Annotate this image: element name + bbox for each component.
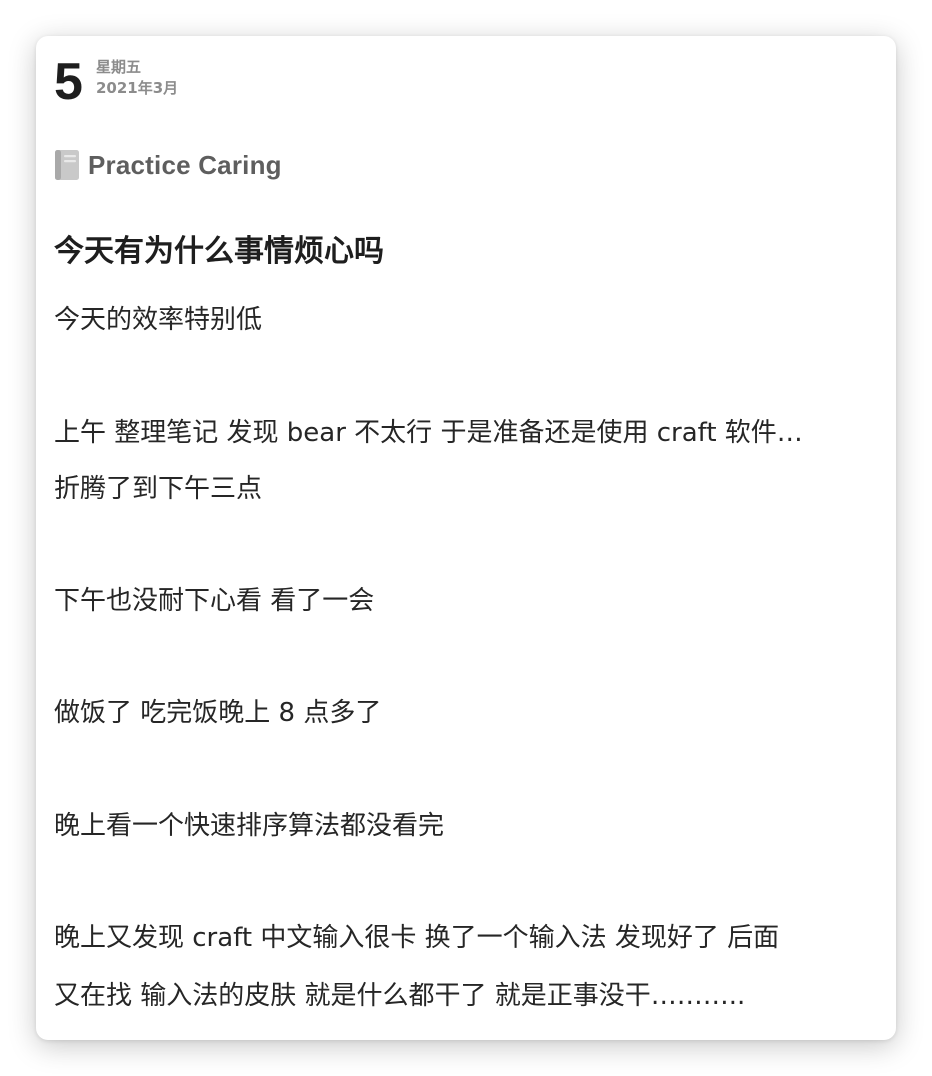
journal-header[interactable]: Practice Caring [54, 148, 282, 182]
prompt-question: 今天有为什么事情烦心吗 [54, 234, 384, 269]
journal-entry-card: 5 星期五 2021年3月 Practice Caring 今天有为什么事情烦心… [36, 36, 896, 1040]
entry-line: 做饭了 吃完饭晚上 8 点多了 [54, 698, 382, 728]
notebook-icon [55, 150, 79, 180]
entry-line: 又在找 输入法的皮肤 就是什么都干了 就是正事没干……….. [54, 981, 746, 1011]
entry-line: 晚上又发现 craft 中文输入很卡 换了一个输入法 发现好了 后面 [54, 923, 780, 953]
day-number: 5 [54, 53, 83, 111]
journal-title: Practice Caring [88, 149, 282, 180]
month-year-label: 2021年3月 [96, 79, 179, 97]
weekday-label: 星期五 [96, 58, 142, 76]
entry-line: 晚上看一个快速排序算法都没看完 [54, 811, 445, 841]
entry-line: 今天的效率特别低 [54, 305, 263, 335]
entry-line: 折腾了到下午三点 [54, 474, 263, 504]
entry-line: 上午 整理笔记 发现 bear 不太行 于是准备还是使用 craft 软件… [54, 418, 803, 448]
entry-line: 下午也没耐下心看 看了一会 [54, 586, 375, 616]
